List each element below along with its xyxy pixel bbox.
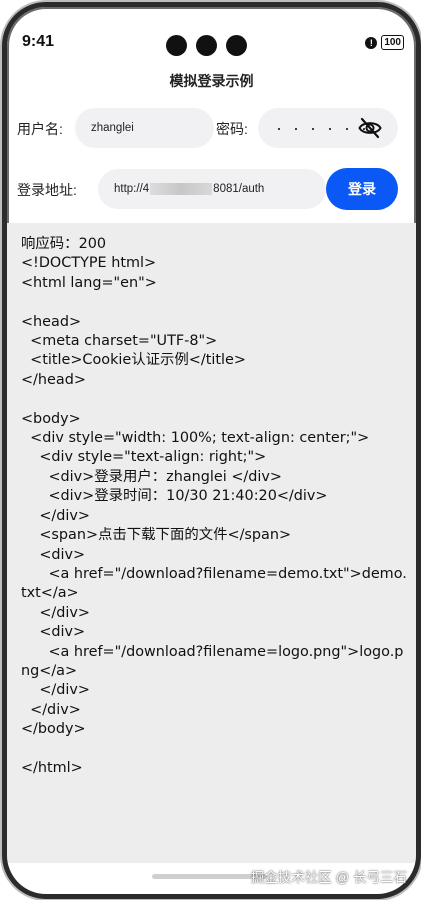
watermark: 掘金技术社区 @ 长弓三石: [250, 870, 407, 885]
password-label: 密码:: [216, 121, 248, 137]
page-title: 模拟登录示例: [169, 73, 254, 89]
password-value: · · · · · ·: [276, 118, 370, 138]
username-label: 用户名:: [17, 121, 63, 137]
camera-dot-icon: [226, 35, 247, 56]
url-label: 登录地址:: [17, 182, 77, 198]
url-suffix: 8081/auth: [213, 183, 265, 195]
status-bar: 9:41 ! 100: [7, 7, 416, 63]
url-field[interactable]: http://4 8081/auth: [98, 169, 326, 209]
response-body: 响应码：200 <!DOCTYPE html> <html lang="en">…: [21, 236, 407, 776]
credentials-row: 用户名: zhanglei 密码: · · · · · ·: [7, 107, 416, 149]
url-row: 登录地址: http://4 8081/auth 登录: [7, 168, 416, 210]
home-indicator[interactable]: [152, 874, 267, 879]
battery-area: ! 100: [365, 35, 404, 50]
login-button[interactable]: 登录: [326, 168, 398, 210]
camera-dot-icon: [166, 35, 187, 56]
username-field[interactable]: zhanglei: [75, 108, 214, 148]
battery-icon: 100: [381, 35, 404, 50]
phone-bezel: 9:41 ! 100 模拟登录示例 用户名: zhanglei 密码: · · …: [2, 2, 421, 899]
eye-off-icon[interactable]: [358, 117, 382, 139]
status-time: 9:41: [22, 33, 55, 50]
camera-dot-icon: [196, 35, 217, 56]
device-frame: 9:41 ! 100 模拟登录示例 用户名: zhanglei 密码: · · …: [0, 0, 421, 900]
response-panel: 响应码：200 <!DOCTYPE html> <html lang="en">…: [7, 223, 416, 863]
redacted-url-segment: [150, 183, 213, 195]
password-field[interactable]: · · · · · ·: [258, 108, 398, 148]
alert-icon: !: [365, 36, 378, 49]
url-prefix: http://4: [114, 183, 150, 195]
screen: 9:41 ! 100 模拟登录示例 用户名: zhanglei 密码: · · …: [7, 7, 416, 894]
username-value: zhanglei: [91, 122, 134, 134]
